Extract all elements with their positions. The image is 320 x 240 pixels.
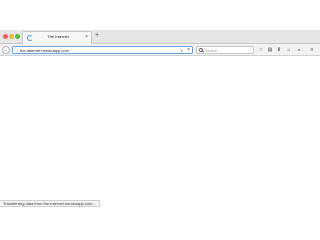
menu-icon[interactable]: ≡ [309, 47, 315, 53]
pocket-icon[interactable]: ◒ [296, 47, 302, 53]
tab-close-icon[interactable]: × [85, 34, 88, 40]
zoom-window-button[interactable] [15, 34, 20, 39]
tab-title: The Internet [47, 34, 69, 39]
page-content [0, 57, 320, 201]
home-icon[interactable]: ⌂ [286, 47, 292, 53]
tab-the-internet[interactable]: The Internet × [22, 31, 92, 44]
back-button[interactable]: ← [2, 46, 10, 54]
status-bar: Transferring data from the-internet.hero… [0, 200, 100, 207]
url-history-dropdown-icon[interactable]: ∨ [180, 48, 183, 53]
search-icon [199, 48, 205, 53]
search-placeholder: Search [205, 48, 218, 53]
search-input[interactable]: Search [196, 46, 254, 54]
reading-list-icon[interactable]: ▤ [267, 47, 273, 53]
url-text[interactable]: the-internet.herokuapp.com [20, 48, 69, 53]
new-tab-button[interactable]: + [95, 32, 99, 40]
navigation-toolbar: ← ⓘ the-internet.herokuapp.com ∨ × Searc… [0, 44, 320, 56]
site-info-icon[interactable]: ⓘ [15, 48, 19, 53]
star-icon[interactable]: ☆ [258, 47, 264, 53]
tab-strip: The Internet × + [0, 30, 320, 44]
loading-spinner-icon [27, 35, 33, 41]
close-window-button[interactable] [3, 34, 8, 39]
minimize-window-button[interactable] [9, 34, 14, 39]
url-bar[interactable]: ⓘ the-internet.herokuapp.com ∨ × [12, 46, 193, 54]
download-icon[interactable]: ⬇ [276, 47, 282, 53]
stop-loading-button[interactable]: × [187, 47, 190, 53]
